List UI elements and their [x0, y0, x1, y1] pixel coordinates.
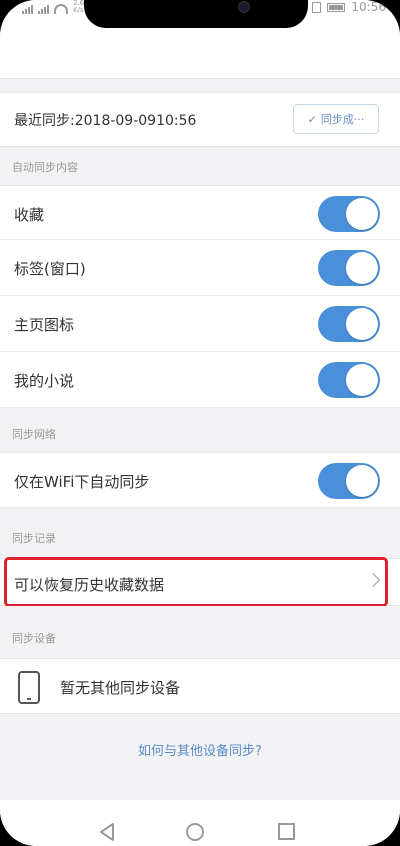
status-bar: 2.6 K/s 10:56 [0, 0, 400, 30]
sync-item-home-icons[interactable]: 主页图标 [0, 296, 400, 352]
device-row: 暂无其他同步设备 [0, 658, 400, 714]
favorites-toggle[interactable] [318, 196, 380, 232]
sync-item-label: 标签(窗口) [14, 260, 86, 278]
sync-item-tabs[interactable]: 标签(窗口) [0, 240, 400, 296]
tabs-toggle[interactable] [318, 250, 380, 286]
check-icon: ✓ [307, 112, 317, 126]
header-area [0, 30, 400, 79]
camera-icon [238, 1, 250, 13]
wifi-icon [54, 4, 68, 14]
home-icon[interactable] [186, 823, 204, 841]
wifi-only-row[interactable]: 仅在WiFi下自动同步 [0, 452, 400, 508]
section-sync-devices: 同步设备 [0, 606, 400, 658]
back-icon[interactable] [99, 823, 115, 841]
highlight-box [4, 557, 388, 607]
help-link[interactable]: 如何与其他设备同步? [0, 740, 400, 759]
last-sync-label: 最近同步:2018-09-0910:56 [14, 113, 197, 129]
status-right: 10:56 [312, 0, 386, 14]
recent-apps-icon[interactable] [278, 823, 295, 840]
notch [84, 0, 308, 28]
phone-icon [18, 671, 40, 704]
sync-now-label: 同步成··· [320, 113, 365, 126]
section-sync-records: 同步记录 [0, 508, 400, 558]
section-title: 同步设备 [12, 632, 56, 645]
novels-toggle[interactable] [318, 362, 380, 398]
section-title: 自动同步内容 [12, 161, 78, 174]
signal-icon [22, 5, 33, 14]
section-title: 同步记录 [12, 532, 56, 545]
phone-screen: 2.6 K/s 10:56 最近同步:2018-09-0910:56 ✓ 同步成… [0, 0, 400, 846]
sync-item-favorites[interactable]: 收藏 [0, 185, 400, 240]
section-title: 同步网络 [12, 428, 56, 441]
vibrate-icon [312, 1, 322, 13]
section-sync-network: 同步网络 [0, 408, 400, 452]
status-left: 2.6 K/s [22, 0, 84, 14]
wifi-only-label: 仅在WiFi下自动同步 [14, 473, 150, 491]
network-speed: 2.6 K/s [73, 0, 85, 14]
sync-item-novels[interactable]: 我的小说 [0, 352, 400, 408]
battery-icon [327, 2, 346, 12]
sync-item-label: 收藏 [14, 206, 45, 224]
no-devices-label: 暂无其他同步设备 [60, 679, 181, 697]
status-time: 10:56 [351, 0, 386, 14]
sync-item-label: 主页图标 [14, 316, 75, 334]
sync-now-button[interactable]: ✓ 同步成··· [293, 104, 379, 134]
signal-icon-2 [38, 5, 49, 14]
section-auto-sync-content: 自动同步内容 [0, 147, 400, 185]
wifi-only-toggle[interactable] [318, 463, 380, 499]
sync-item-label: 我的小说 [14, 372, 75, 390]
home-icons-toggle[interactable] [318, 306, 380, 342]
